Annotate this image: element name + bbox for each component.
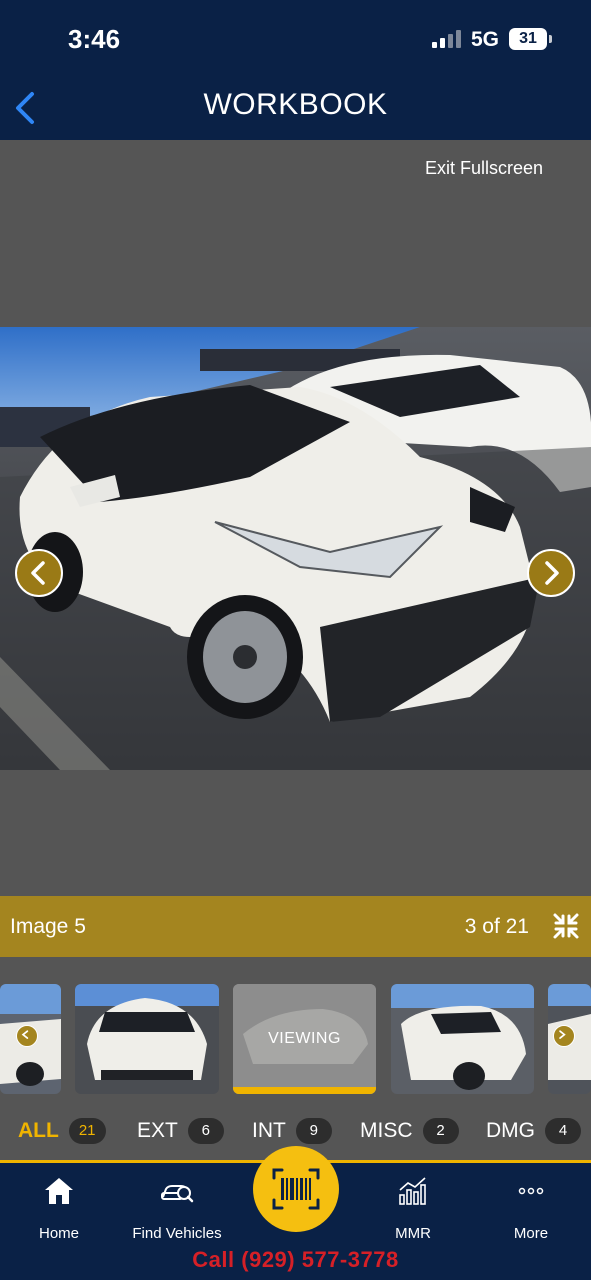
chevron-left-icon (21, 1030, 29, 1039)
tab-find-vehicles[interactable]: Find Vehicles (122, 1173, 232, 1242)
barcode-scan-icon (272, 1168, 320, 1210)
category-label: MISC (360, 1119, 413, 1142)
tab-home[interactable]: Home (4, 1173, 114, 1242)
category-label: ALL (18, 1119, 59, 1142)
status-time: 3:46 (68, 24, 121, 54)
call-phone-link[interactable]: Call (929) 577-3778 (0, 1247, 591, 1273)
find-vehicle-icon (161, 1185, 194, 1203)
tab-label: MMR (395, 1225, 431, 1242)
category-count: 2 (422, 1118, 459, 1144)
category-count: 21 (68, 1118, 106, 1144)
chevron-right-icon (545, 561, 559, 585)
next-image-button[interactable] (527, 549, 575, 597)
category-label: INT (252, 1119, 286, 1142)
more-icon (518, 1187, 544, 1195)
home-icon (45, 1178, 73, 1204)
collapse-fullscreen-icon[interactable] (552, 912, 580, 940)
tab-more[interactable]: More (476, 1173, 586, 1242)
category-label: DMG (486, 1119, 535, 1142)
category-count: 6 (187, 1118, 224, 1144)
chart-icon (399, 1177, 426, 1205)
image-counter: 3 of 21 (464, 915, 529, 938)
thumbnail-current[interactable]: VIEWING (233, 984, 376, 1094)
viewing-label: VIEWING (268, 1030, 341, 1047)
category-int[interactable]: INT 9 (252, 1118, 332, 1144)
chevron-left-icon (31, 561, 45, 585)
signal-icon (432, 30, 462, 48)
category-count: 9 (295, 1118, 332, 1144)
category-label: EXT (137, 1119, 178, 1142)
tab-label: Find Vehicles (132, 1225, 222, 1242)
page-title: WORKBOOK (203, 88, 388, 121)
category-misc[interactable]: MISC 2 (360, 1118, 459, 1144)
nav-bar: WORKBOOK (0, 70, 591, 140)
tab-label: Home (38, 1225, 79, 1242)
tab-mmr[interactable]: MMR (358, 1173, 468, 1242)
scan-button[interactable] (253, 1146, 339, 1232)
category-count: 4 (545, 1118, 581, 1144)
previous-image-button[interactable] (15, 549, 63, 597)
chevron-right-icon (559, 1030, 566, 1039)
network-type: 5G (471, 28, 500, 51)
category-ext[interactable]: EXT 6 (137, 1118, 224, 1144)
viewing-indicator (233, 1087, 376, 1094)
exit-fullscreen-button[interactable]: Exit Fullscreen (425, 158, 543, 179)
thumbnail[interactable] (391, 984, 534, 1094)
thumbnail-prev-button[interactable] (16, 1025, 38, 1047)
category-all[interactable]: ALL 21 (18, 1118, 106, 1144)
thumbnail[interactable] (75, 984, 219, 1094)
category-dmg[interactable]: DMG 4 (486, 1118, 581, 1144)
image-label: Image 5 (10, 915, 86, 938)
thumbnail-next-button[interactable] (553, 1025, 575, 1047)
status-bar: 3:46 5G 31 (0, 0, 591, 70)
tab-label: More (513, 1225, 549, 1242)
vehicle-photo[interactable] (0, 327, 591, 770)
thumbnail-strip: VIEWING (0, 983, 591, 1095)
image-info-bar: Image 5 3 of 21 (0, 896, 591, 957)
battery-icon: 31 (509, 28, 552, 50)
